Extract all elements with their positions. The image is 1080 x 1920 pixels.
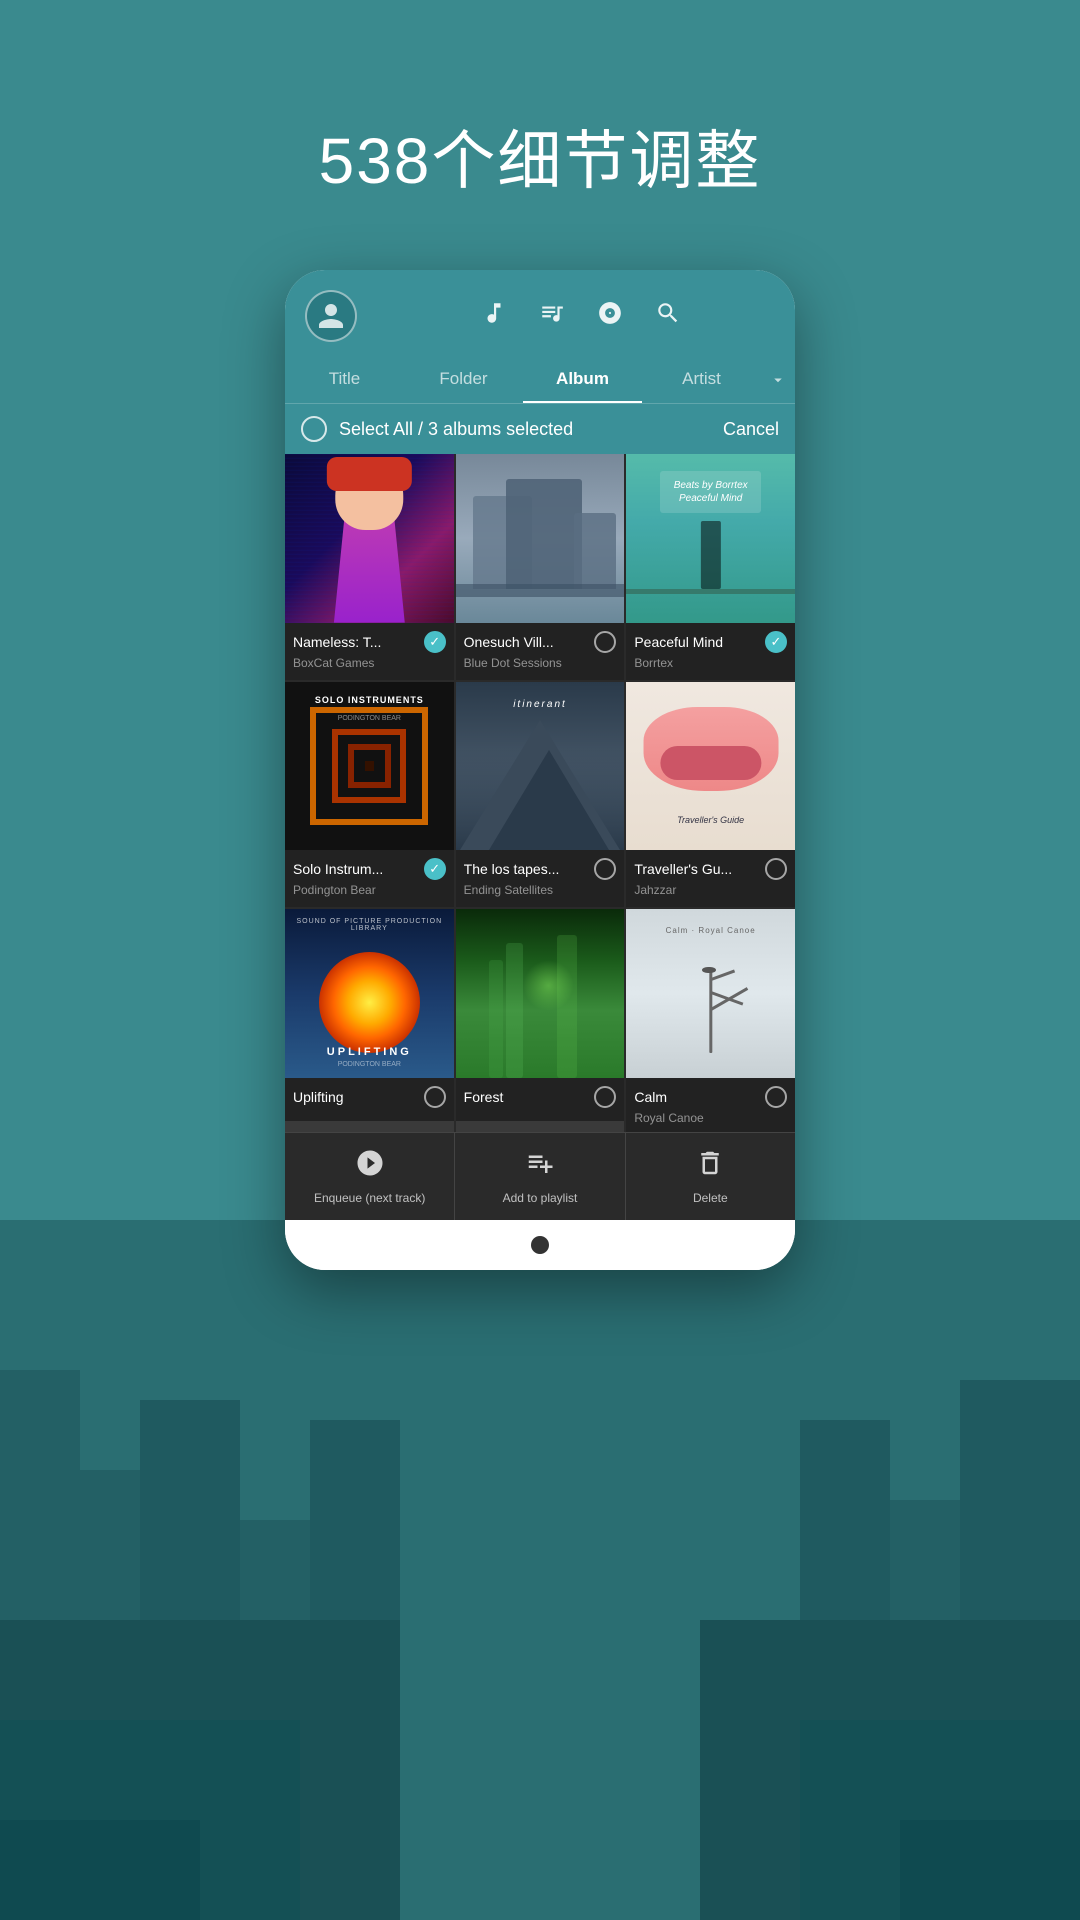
album-name: Onesuch Vill... bbox=[464, 634, 590, 650]
check-circle[interactable] bbox=[424, 858, 446, 880]
check-circle[interactable] bbox=[765, 858, 787, 880]
tab-bar: Title Folder Album Artist bbox=[285, 357, 795, 404]
select-all-circle[interactable] bbox=[301, 416, 327, 442]
album-item[interactable]: SOUND OF PICTURE PRODUCTION LIBRARY UPLI… bbox=[285, 909, 454, 1132]
album-artist: Borrtex bbox=[634, 656, 787, 670]
album-item[interactable]: Traveller's Guide Traveller's Gu... Jahz… bbox=[626, 682, 795, 908]
enqueue-icon bbox=[355, 1148, 385, 1185]
album-artist: Jahzzar bbox=[634, 883, 787, 897]
album-item[interactable]: SOLO INSTRUMENTS PODINGTON BEAR bbox=[285, 682, 454, 908]
album-item[interactable]: Calm · Royal Canoe Calm Royal Canoe bbox=[626, 909, 795, 1132]
album-artist: Blue Dot Sessions bbox=[464, 656, 617, 670]
tab-album[interactable]: Album bbox=[523, 357, 642, 403]
home-button[interactable] bbox=[531, 1236, 549, 1254]
phone-bottom bbox=[285, 1220, 795, 1270]
tab-title[interactable]: Title bbox=[285, 357, 404, 403]
cancel-button[interactable]: Cancel bbox=[723, 419, 779, 440]
selection-text: Select All / 3 albums selected bbox=[339, 419, 711, 440]
delete-icon bbox=[695, 1148, 725, 1185]
enqueue-label: Enqueue (next track) bbox=[314, 1191, 425, 1205]
album-info: Calm Royal Canoe bbox=[626, 1078, 795, 1132]
album-artist: Podington Bear bbox=[293, 883, 446, 897]
add-playlist-icon bbox=[525, 1148, 555, 1185]
album-name: Nameless: T... bbox=[293, 634, 419, 650]
album-info: Traveller's Gu... Jahzzar bbox=[626, 850, 795, 907]
search-icon[interactable] bbox=[655, 300, 681, 332]
album-item[interactable]: Nameless: T... BoxCat Games bbox=[285, 454, 454, 680]
top-nav bbox=[285, 270, 795, 357]
album-info: Onesuch Vill... Blue Dot Sessions bbox=[456, 623, 625, 680]
check-circle[interactable] bbox=[424, 1086, 446, 1108]
album-item[interactable]: Forest bbox=[456, 909, 625, 1132]
dropdown-arrow[interactable] bbox=[761, 357, 795, 403]
selection-bar: Select All / 3 albums selected Cancel bbox=[285, 404, 795, 454]
album-name: Peaceful Mind bbox=[634, 634, 760, 650]
album-name: Solo Instrum... bbox=[293, 861, 419, 877]
album-info: Peaceful Mind Borrtex bbox=[626, 623, 795, 680]
album-info: Forest bbox=[456, 1078, 625, 1121]
action-bar: Enqueue (next track) Add to playlist Del… bbox=[285, 1132, 795, 1220]
album-artist: BoxCat Games bbox=[293, 656, 446, 670]
album-name: Calm bbox=[634, 1089, 760, 1105]
albums-grid: Nameless: T... BoxCat Games bbox=[285, 454, 795, 1132]
check-circle[interactable] bbox=[594, 858, 616, 880]
page-title: 538个细节调整 bbox=[0, 110, 1080, 202]
music-icon[interactable] bbox=[481, 300, 507, 332]
album-info: Nameless: T... BoxCat Games bbox=[285, 623, 454, 680]
queue-icon[interactable] bbox=[539, 300, 565, 332]
album-item[interactable]: itinerant The los tapes... Ending Satell… bbox=[456, 682, 625, 908]
album-info: The los tapes... Ending Satellites bbox=[456, 850, 625, 907]
album-name: Uplifting bbox=[293, 1089, 419, 1105]
album-item[interactable]: Onesuch Vill... Blue Dot Sessions bbox=[456, 454, 625, 680]
delete-button[interactable]: Delete bbox=[626, 1133, 795, 1220]
check-circle[interactable] bbox=[765, 631, 787, 653]
avatar[interactable] bbox=[305, 290, 357, 342]
check-circle[interactable] bbox=[424, 631, 446, 653]
tab-folder[interactable]: Folder bbox=[404, 357, 523, 403]
disc-icon[interactable] bbox=[597, 300, 623, 332]
check-circle[interactable] bbox=[594, 631, 616, 653]
cityscape-bg bbox=[0, 1220, 1080, 1920]
add-playlist-button[interactable]: Add to playlist bbox=[455, 1133, 624, 1220]
album-info: Solo Instrum... Podington Bear bbox=[285, 850, 454, 907]
delete-label: Delete bbox=[693, 1191, 728, 1205]
nav-icons bbox=[387, 300, 775, 332]
album-name: Traveller's Gu... bbox=[634, 861, 760, 877]
album-item[interactable]: Beats by BorrtexPeaceful Mind Peaceful M… bbox=[626, 454, 795, 680]
phone-mockup: Title Folder Album Artist Select All / 3… bbox=[285, 270, 795, 1270]
album-artist: Ending Satellites bbox=[464, 883, 617, 897]
album-info: Uplifting bbox=[285, 1078, 454, 1121]
album-name: Forest bbox=[464, 1089, 590, 1105]
tab-artist[interactable]: Artist bbox=[642, 357, 761, 403]
album-artist: Royal Canoe bbox=[634, 1111, 787, 1125]
check-circle[interactable] bbox=[765, 1086, 787, 1108]
album-name: The los tapes... bbox=[464, 861, 590, 877]
enqueue-button[interactable]: Enqueue (next track) bbox=[285, 1133, 454, 1220]
check-circle[interactable] bbox=[594, 1086, 616, 1108]
add-playlist-label: Add to playlist bbox=[503, 1191, 578, 1205]
